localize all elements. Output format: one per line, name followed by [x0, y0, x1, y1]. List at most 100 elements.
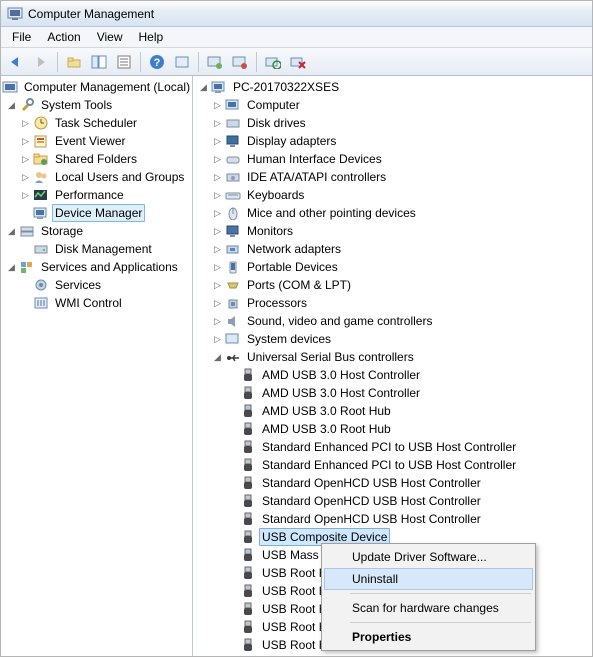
device-item[interactable]: Standard OpenHCD USB Host Controller: [195, 492, 592, 510]
device-category-monitors[interactable]: ▷Monitors: [195, 222, 592, 240]
usb-device-icon: [240, 619, 256, 635]
device-node-root[interactable]: ◢ PC-20170322XSES: [195, 78, 592, 96]
expand-icon[interactable]: ▷: [211, 244, 224, 255]
expand-icon[interactable]: ▷: [211, 118, 224, 129]
help-button[interactable]: ?: [146, 51, 168, 73]
tree-node-disk-mgmt[interactable]: Disk Management: [1, 240, 192, 258]
device-category-network[interactable]: ▷Network adapters: [195, 240, 592, 258]
device-item[interactable]: Standard Enhanced PCI to USB Host Contro…: [195, 438, 592, 456]
toolbar-separator: [57, 52, 58, 72]
toolbar-button[interactable]: [287, 51, 309, 73]
device-item[interactable]: AMD USB 3.0 Root Hub: [195, 402, 592, 420]
menu-view[interactable]: View: [90, 28, 130, 46]
toolbar-button[interactable]: [171, 51, 193, 73]
expand-icon[interactable]: ▷: [19, 190, 32, 201]
collapse-icon[interactable]: ◢: [5, 226, 18, 237]
usb-device-icon: [240, 421, 256, 437]
show-hide-tree-button[interactable]: [88, 51, 110, 73]
device-item[interactable]: Standard OpenHCD USB Host Controller: [195, 510, 592, 528]
expand-icon[interactable]: ▷: [211, 172, 224, 183]
collapse-icon[interactable]: ◢: [197, 82, 210, 93]
expand-icon[interactable]: ▷: [211, 298, 224, 309]
monitor-icon: [225, 223, 241, 239]
tree-node-event-viewer[interactable]: ▷ Event Viewer: [1, 132, 192, 150]
tree-node-root[interactable]: Computer Management (Local): [1, 78, 192, 96]
usb-device-icon: [240, 601, 256, 617]
system-icon: [225, 331, 241, 347]
usb-device-icon: [240, 529, 256, 545]
up-button[interactable]: [63, 51, 85, 73]
tree-node-system-tools[interactable]: ◢ System Tools: [1, 96, 192, 114]
usb-device-icon: [240, 511, 256, 527]
usb-device-icon: [240, 565, 256, 581]
usb-device-icon: [240, 439, 256, 455]
expand-icon[interactable]: ▷: [211, 226, 224, 237]
forward-button[interactable]: [30, 51, 52, 73]
expand-icon[interactable]: ▷: [211, 334, 224, 345]
expand-icon[interactable]: ▷: [19, 172, 32, 183]
device-category-disk-drives[interactable]: ▷Disk drives: [195, 114, 592, 132]
device-item[interactable]: AMD USB 3.0 Host Controller: [195, 384, 592, 402]
collapse-icon[interactable]: ◢: [211, 352, 224, 363]
expand-icon[interactable]: ▷: [19, 136, 32, 147]
usb-icon: [225, 349, 241, 365]
tree-node-wmi[interactable]: WMI Control: [1, 294, 192, 312]
device-category-hid[interactable]: ▷Human Interface Devices: [195, 150, 592, 168]
device-category-usb[interactable]: ◢Universal Serial Bus controllers: [195, 348, 592, 366]
ctx-uninstall[interactable]: Uninstall: [324, 568, 533, 590]
svg-text:?: ?: [154, 57, 161, 69]
expand-icon[interactable]: ▷: [19, 118, 32, 129]
menu-file[interactable]: File: [5, 28, 38, 46]
expand-icon[interactable]: ▷: [211, 136, 224, 147]
storage-icon: [19, 223, 35, 239]
expand-icon[interactable]: ▷: [211, 154, 224, 165]
expand-icon[interactable]: ▷: [211, 280, 224, 291]
expand-icon[interactable]: ▷: [19, 154, 32, 165]
toolbar-button[interactable]: [229, 51, 251, 73]
device-category-ide[interactable]: ▷IDE ATA/ATAPI controllers: [195, 168, 592, 186]
menu-action[interactable]: Action: [40, 28, 87, 46]
device-category-system[interactable]: ▷System devices: [195, 330, 592, 348]
device-category-sound[interactable]: ▷Sound, video and game controllers: [195, 312, 592, 330]
device-category-computer[interactable]: ▷Computer: [195, 96, 592, 114]
expand-icon[interactable]: ▷: [211, 316, 224, 327]
device-item[interactable]: Standard OpenHCD USB Host Controller: [195, 474, 592, 492]
computer-icon: [211, 79, 227, 95]
collapse-icon[interactable]: ◢: [5, 262, 18, 273]
toolbar-button[interactable]: [204, 51, 226, 73]
tree-node-services-apps[interactable]: ◢ Services and Applications: [1, 258, 192, 276]
tree-node-task-scheduler[interactable]: ▷ Task Scheduler: [1, 114, 192, 132]
expand-icon[interactable]: ▷: [211, 100, 224, 111]
device-item[interactable]: Standard Enhanced PCI to USB Host Contro…: [195, 456, 592, 474]
device-item[interactable]: AMD USB 3.0 Host Controller: [195, 366, 592, 384]
menu-help[interactable]: Help: [132, 28, 171, 46]
ctx-update-driver[interactable]: Update Driver Software...: [324, 546, 533, 568]
usb-device-icon: [240, 367, 256, 383]
expand-icon[interactable]: ▷: [211, 190, 224, 201]
tree-node-storage[interactable]: ◢ Storage: [1, 222, 192, 240]
tree-node-device-manager[interactable]: Device Manager: [1, 204, 192, 222]
usb-device-icon: [240, 403, 256, 419]
properties-button[interactable]: [113, 51, 135, 73]
shared-folder-icon: [33, 151, 49, 167]
scan-hardware-button[interactable]: [262, 51, 284, 73]
gear-icon: [33, 277, 49, 293]
tree-node-shared-folders[interactable]: ▷ Shared Folders: [1, 150, 192, 168]
expand-icon[interactable]: ▷: [211, 262, 224, 273]
ctx-properties[interactable]: Properties: [324, 626, 533, 648]
tree-node-performance[interactable]: ▷ Performance: [1, 186, 192, 204]
tree-node-local-users[interactable]: ▷ Local Users and Groups: [1, 168, 192, 186]
device-category-portable[interactable]: ▷Portable Devices: [195, 258, 592, 276]
back-button[interactable]: [5, 51, 27, 73]
tree-node-services[interactable]: Services: [1, 276, 192, 294]
device-item[interactable]: AMD USB 3.0 Root Hub: [195, 420, 592, 438]
device-category-display[interactable]: ▷Display adapters: [195, 132, 592, 150]
device-category-processors[interactable]: ▷Processors: [195, 294, 592, 312]
disk-icon: [33, 241, 49, 257]
device-category-mice[interactable]: ▷Mice and other pointing devices: [195, 204, 592, 222]
collapse-icon[interactable]: ◢: [5, 100, 18, 111]
device-category-keyboards[interactable]: ▷Keyboards: [195, 186, 592, 204]
device-category-ports[interactable]: ▷Ports (COM & LPT): [195, 276, 592, 294]
ctx-scan-hardware[interactable]: Scan for hardware changes: [324, 597, 533, 619]
expand-icon[interactable]: ▷: [211, 208, 224, 219]
